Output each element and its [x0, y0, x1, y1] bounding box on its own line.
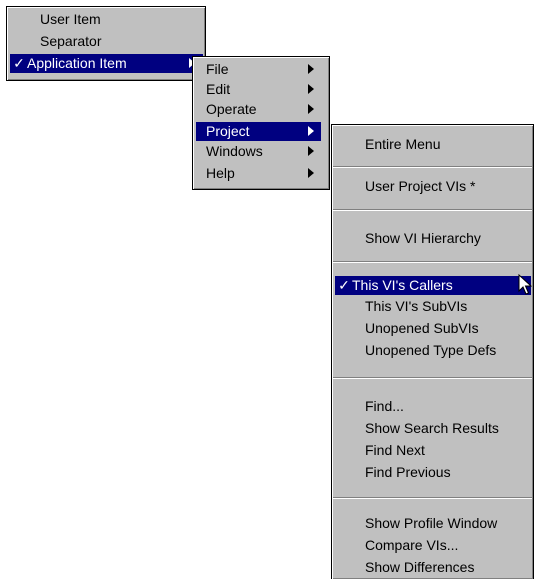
menu-item-label: Find...: [365, 398, 404, 414]
submenu-arrow-icon: [308, 84, 314, 94]
menu-item-show-profile-window[interactable]: Show Profile Window: [335, 514, 531, 533]
menu-item-label: User Project VIs *: [365, 178, 476, 194]
menu-item-find-previous[interactable]: Find Previous: [335, 463, 531, 482]
menu-item-compare-vis[interactable]: Compare VIs...: [335, 536, 531, 555]
menu-item-label: Show Search Results: [365, 420, 499, 436]
menu-item-file[interactable]: File: [196, 60, 321, 79]
menu-item-user-project-vis[interactable]: User Project VIs *: [335, 177, 531, 196]
menu-item-label: File: [206, 61, 229, 77]
menu-item-label: Edit: [206, 81, 231, 97]
menu-item-edit[interactable]: Edit: [196, 80, 321, 99]
submenu-arrow-icon: [308, 104, 314, 114]
menu-item-label: Unopened Type Defs: [365, 342, 497, 358]
menu-item-label: This VI's SubVIs: [365, 298, 468, 314]
submenu-arrow-icon: [308, 126, 314, 136]
menu-item-label: Unopened SubVIs: [365, 320, 479, 336]
menu-item-label: Application Item: [27, 55, 127, 71]
menu-item-this-vis-subvis[interactable]: This VI's SubVIs: [335, 297, 531, 316]
menu-item-show-search-results[interactable]: Show Search Results: [335, 419, 531, 438]
menu-separator: [333, 497, 532, 499]
mouse-pointer-icon: [518, 274, 532, 295]
menu-item-show-vi-hierarchy[interactable]: Show VI Hierarchy: [335, 229, 531, 248]
menu-item-show-differences[interactable]: Show Differences: [335, 558, 531, 577]
menu-item-label: Operate: [206, 101, 257, 117]
menu-item-windows[interactable]: Windows: [196, 142, 321, 161]
menu-item-operate[interactable]: Operate: [196, 100, 321, 119]
menu-item-find-next[interactable]: Find Next: [335, 441, 531, 460]
menu-item-label: User Item: [40, 11, 101, 27]
check-icon: ✓: [13, 55, 25, 71]
menu-item-label: Help: [206, 165, 235, 181]
menu-separator: [333, 166, 532, 168]
menu-item-project[interactable]: Project: [196, 122, 321, 141]
project-submenu: Entire Menu User Project VIs * Show VI H…: [331, 124, 534, 579]
menu-item-user-item[interactable]: User Item: [10, 10, 203, 29]
menu-item-this-vis-callers[interactable]: ✓ This VI's Callers: [335, 276, 531, 295]
menu-item-label: Show Differences: [365, 559, 475, 575]
context-menu: User Item Separator ✓ Application Item: [6, 6, 206, 81]
menu-item-label: Show Profile Window: [365, 515, 498, 531]
menu-item-entire-menu[interactable]: Entire Menu: [335, 135, 531, 154]
menu-item-label: This VI's Callers: [352, 277, 453, 293]
menu-item-label: Separator: [40, 33, 102, 49]
submenu-arrow-icon: [308, 64, 314, 74]
application-submenu: File Edit Operate Project Windows Help: [192, 56, 330, 190]
menu-item-separator[interactable]: Separator: [10, 32, 203, 51]
menu-item-help[interactable]: Help: [196, 164, 321, 183]
menu-item-label: Entire Menu: [365, 136, 441, 152]
menu-item-unopened-subvis[interactable]: Unopened SubVIs: [335, 319, 531, 338]
menu-item-label: Find Next: [365, 442, 425, 458]
check-icon: ✓: [338, 277, 350, 293]
menu-separator: [333, 377, 532, 379]
menu-item-find[interactable]: Find...: [335, 397, 531, 416]
menu-item-label: Compare VIs...: [365, 537, 459, 553]
menu-separator: [333, 261, 532, 263]
menu-separator: [333, 209, 532, 211]
menu-item-application-item[interactable]: ✓ Application Item: [10, 54, 203, 73]
menu-item-label: Project: [206, 123, 250, 139]
menu-item-label: Show VI Hierarchy: [365, 230, 481, 246]
menu-item-label: Windows: [206, 143, 263, 159]
menu-item-unopened-type-defs[interactable]: Unopened Type Defs: [335, 341, 531, 360]
menu-item-label: Find Previous: [365, 464, 451, 480]
submenu-arrow-icon: [308, 146, 314, 156]
submenu-arrow-icon: [308, 168, 314, 178]
